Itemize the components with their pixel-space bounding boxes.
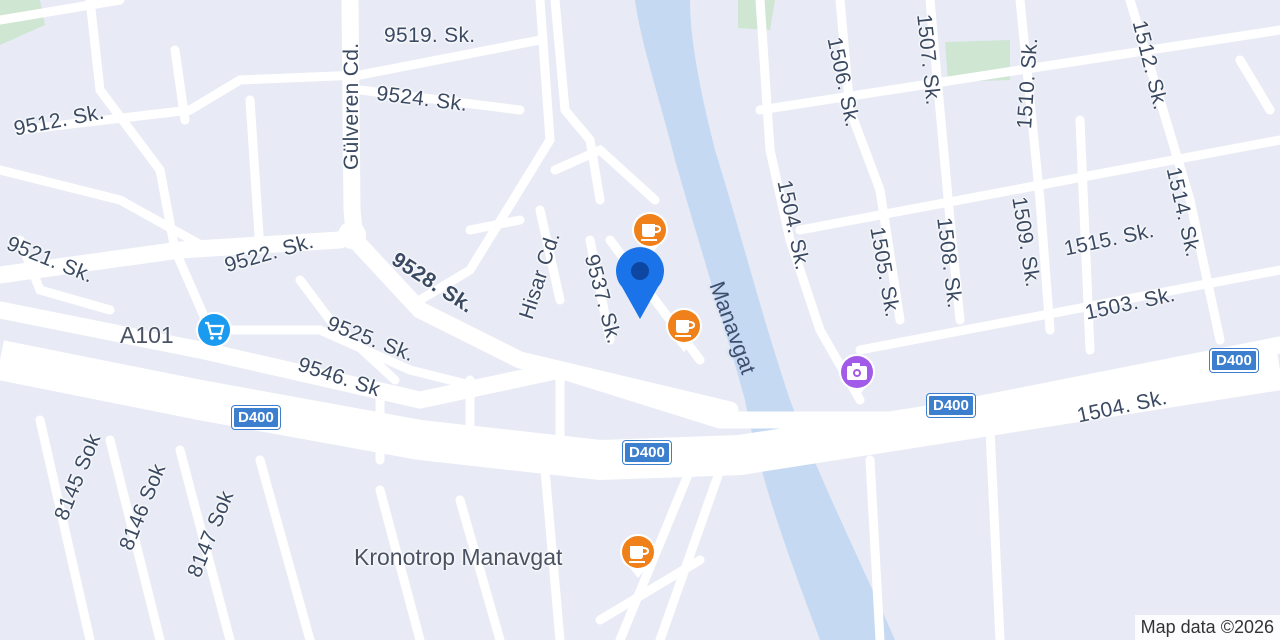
map-canvas[interactable]: 9519. Sk. 9524. Sk. 9512. Sk. Gülveren C… (0, 0, 1280, 640)
shopping-cart-icon[interactable] (194, 310, 234, 358)
route-shield-d400: D400 (231, 405, 281, 430)
street-label-9519: 9519. Sk. (384, 24, 476, 47)
coffee-cup-icon[interactable] (618, 532, 658, 580)
coffee-cup-icon[interactable] (664, 306, 704, 354)
route-shield-d400: D400 (622, 440, 672, 465)
route-shield-d400: D400 (1209, 348, 1259, 373)
place-label-kronotrop[interactable]: Kronotrop Manavgat (354, 544, 562, 571)
map-data-credit: Map data ©2026 (1134, 615, 1280, 640)
location-pin-icon[interactable] (614, 245, 666, 321)
route-shield-d400: D400 (926, 393, 976, 418)
street-label-gulveren: Gülveren Cd. (340, 42, 363, 170)
place-label-a101[interactable]: A101 (120, 322, 174, 349)
camera-icon[interactable] (837, 352, 877, 400)
